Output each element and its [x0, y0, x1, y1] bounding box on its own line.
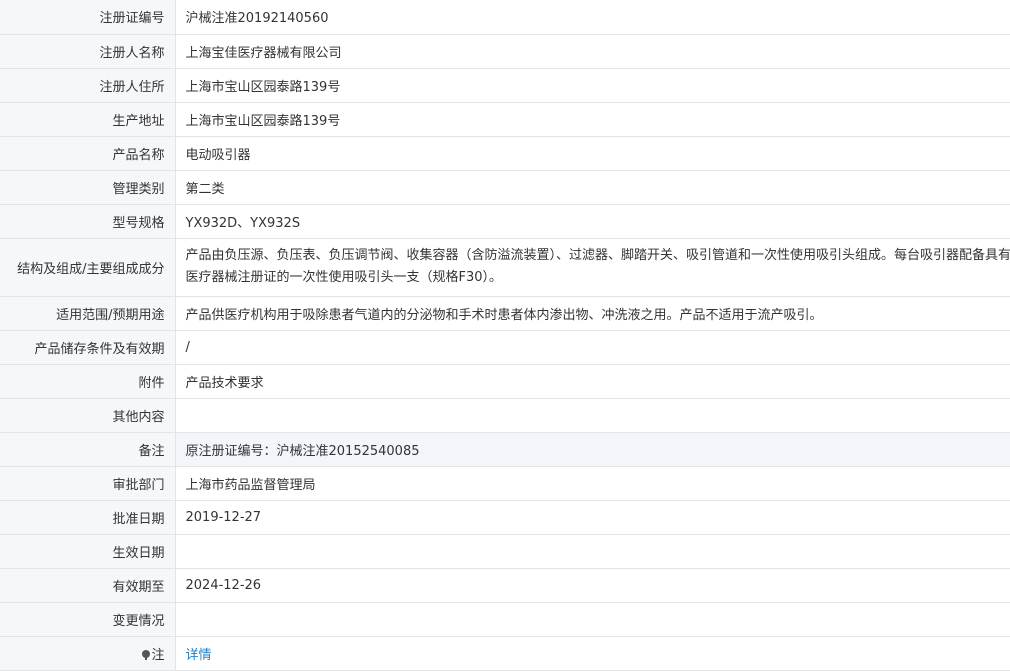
table-row: 批准日期 2019-12-27: [0, 499, 1010, 535]
row-value: 原注册证编号：沪械注准20152540085: [175, 431, 1010, 467]
row-value: 沪械注准20192140560: [175, 0, 1010, 35]
row-value: 上海市宝山区园泰路139号: [175, 67, 1010, 103]
registration-detail-table: 注册证编号 沪械注准20192140560 注册人名称 上海宝佳医疗器械有限公司…: [0, 0, 1010, 671]
table-row: 型号规格 YX932D、YX932S: [0, 203, 1010, 239]
row-label: 结构及组成/主要组成成分: [0, 237, 176, 297]
row-value: 第二类: [175, 169, 1010, 205]
row-value: 上海市药品监督管理局: [175, 465, 1010, 501]
table-row: 管理类别 第二类: [0, 169, 1010, 205]
row-value: 产品供医疗机构用于吸除患者气道内的分泌物和手术时患者体内渗出物、冲洗液之用。产品…: [175, 295, 1010, 331]
table-row: 注 详情: [0, 635, 1010, 671]
table-row: 附件 产品技术要求: [0, 363, 1010, 399]
row-value: 产品由负压源、负压表、负压调节阀、收集容器（含防溢流装置）、过滤器、脚踏开关、吸…: [175, 237, 1010, 297]
table-row: 其他内容: [0, 397, 1010, 433]
row-value: 上海市宝山区园泰路139号: [175, 101, 1010, 137]
row-value: [175, 533, 1010, 569]
row-value: YX932D、YX932S: [175, 203, 1010, 239]
row-label: 注册人住所: [0, 67, 176, 103]
row-label: 生产地址: [0, 101, 176, 137]
row-label: 生效日期: [0, 533, 176, 569]
details-link[interactable]: 详情: [186, 648, 212, 663]
table-row: 适用范围/预期用途 产品供医疗机构用于吸除患者气道内的分泌物和手术时患者体内渗出…: [0, 295, 1010, 331]
row-value: 详情: [175, 635, 1010, 671]
row-label: 适用范围/预期用途: [0, 295, 176, 331]
row-label: 审批部门: [0, 465, 176, 501]
row-value: 产品技术要求: [175, 363, 1010, 399]
row-label: 注册人名称: [0, 33, 176, 69]
note-label: 注: [151, 647, 165, 663]
row-label: 有效期至: [0, 567, 176, 603]
table-row: 变更情况: [0, 601, 1010, 637]
table-row: 注册人住所 上海市宝山区园泰路139号: [0, 67, 1010, 103]
row-label: 批准日期: [0, 499, 176, 535]
table-row: 产品储存条件及有效期 /: [0, 329, 1010, 365]
row-value: /: [175, 329, 1010, 365]
row-label: 备注: [0, 431, 176, 467]
row-label: 附件: [0, 363, 176, 399]
row-value: 2024-12-26: [175, 567, 1010, 603]
row-value: [175, 601, 1010, 637]
table-row: 生产地址 上海市宝山区园泰路139号: [0, 101, 1010, 137]
table-row: 注册证编号 沪械注准20192140560: [0, 0, 1010, 35]
row-label: 产品储存条件及有效期: [0, 329, 176, 365]
row-value: [175, 397, 1010, 433]
table-row: 有效期至 2024-12-26: [0, 567, 1010, 603]
table-row: 注册人名称 上海宝佳医疗器械有限公司: [0, 33, 1010, 69]
table-row: 结构及组成/主要组成成分 产品由负压源、负压表、负压调节阀、收集容器（含防溢流装…: [0, 237, 1010, 297]
row-value: 上海宝佳医疗器械有限公司: [175, 33, 1010, 69]
row-label: 管理类别: [0, 169, 176, 205]
table-row: 审批部门 上海市药品监督管理局: [0, 465, 1010, 501]
row-label-note: 注: [0, 635, 176, 671]
row-value: 2019-12-27: [175, 499, 1010, 535]
row-label: 型号规格: [0, 203, 176, 239]
row-value: 电动吸引器: [175, 135, 1010, 171]
table-row: 备注 原注册证编号：沪械注准20152540085: [0, 431, 1010, 467]
row-label: 变更情况: [0, 601, 176, 637]
row-label: 其他内容: [0, 397, 176, 433]
table-row: 产品名称 电动吸引器: [0, 135, 1010, 171]
table-row: 生效日期: [0, 533, 1010, 569]
row-label: 产品名称: [0, 135, 176, 171]
pin-icon: [142, 649, 151, 660]
row-label: 注册证编号: [0, 0, 176, 35]
